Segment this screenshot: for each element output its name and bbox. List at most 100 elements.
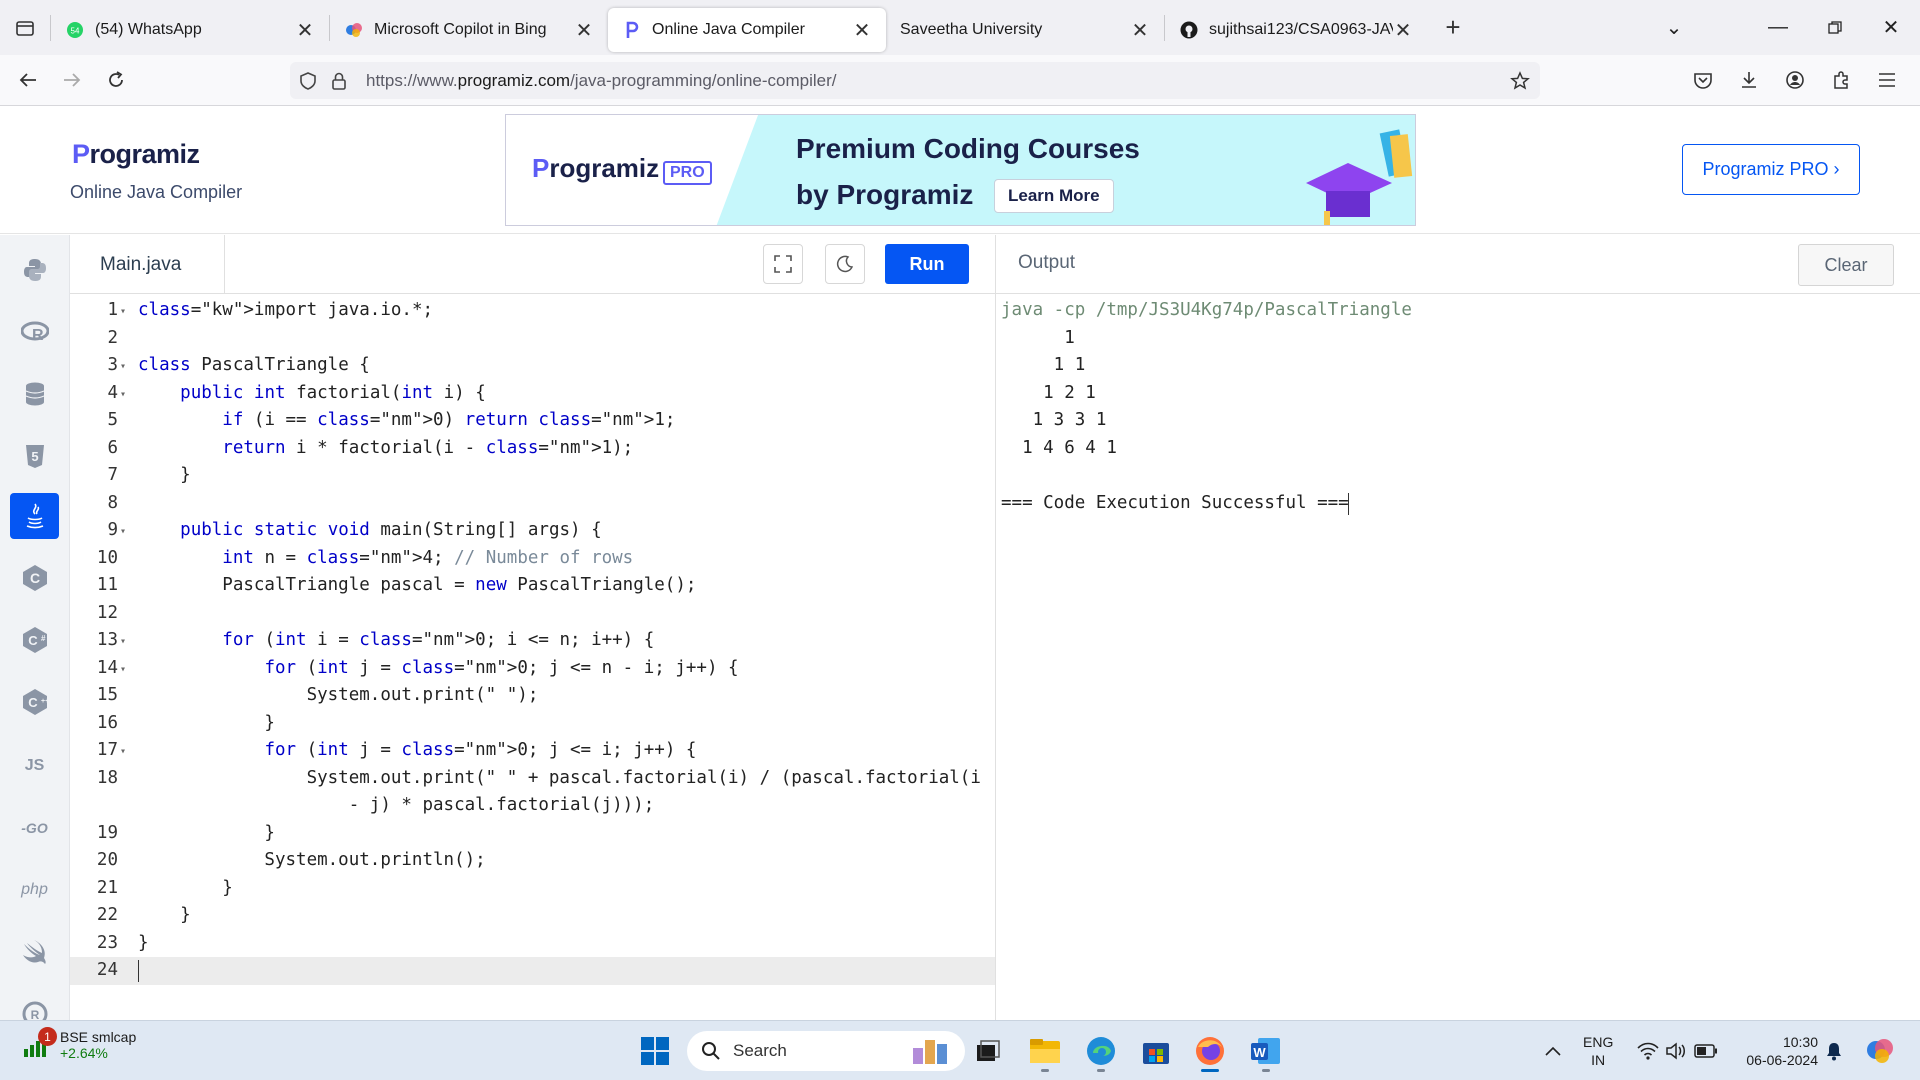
rust-icon[interactable]: R bbox=[10, 991, 59, 1020]
address-bar[interactable]: https://www.programiz.com/java-programmi… bbox=[290, 62, 1540, 99]
c-icon[interactable]: C bbox=[10, 555, 59, 601]
csharp-icon[interactable]: C # bbox=[10, 617, 59, 663]
close-window-button[interactable]: ✕ bbox=[1868, 0, 1914, 55]
reload-icon[interactable] bbox=[96, 60, 136, 100]
go-icon[interactable]: -GO bbox=[10, 805, 59, 851]
code-line[interactable]: 12 bbox=[70, 600, 995, 628]
code-line[interactable]: 23} bbox=[70, 930, 995, 958]
bookmark-star-icon[interactable] bbox=[1510, 70, 1530, 91]
code-line[interactable]: - j) * pascal.factorial(j))); bbox=[70, 792, 995, 820]
fullscreen-icon[interactable] bbox=[763, 244, 803, 284]
dark-mode-moon-icon[interactable] bbox=[825, 244, 865, 284]
code-line[interactable]: 24 bbox=[70, 957, 995, 985]
learn-more-button[interactable]: Learn More bbox=[994, 179, 1114, 213]
line-number: 8 bbox=[107, 492, 118, 513]
file-tab-main-java[interactable]: Main.java bbox=[70, 235, 225, 294]
r-icon[interactable]: R bbox=[10, 309, 59, 355]
list-all-tabs-icon[interactable]: ⌄ bbox=[1651, 0, 1697, 55]
restore-button[interactable] bbox=[1812, 0, 1858, 55]
code-line[interactable]: 1 ▾ class="kw">import java.io.*; bbox=[70, 297, 995, 325]
fold-toggle-icon[interactable]: ▾ bbox=[120, 361, 126, 372]
code-line[interactable]: 18 System.out.print(" " + pascal.factori… bbox=[70, 765, 995, 793]
close-tab-icon[interactable]: ✕ bbox=[1130, 18, 1150, 43]
python-icon[interactable] bbox=[10, 247, 59, 293]
fold-toggle-icon[interactable]: ▾ bbox=[120, 636, 126, 647]
programiz-pro-button[interactable]: Programiz PRO › bbox=[1682, 144, 1860, 195]
new-tab-button[interactable]: + bbox=[1433, 12, 1473, 43]
show-hidden-icons-chevron-up-icon[interactable] bbox=[1535, 1033, 1571, 1069]
notifications-bell-icon[interactable] bbox=[1816, 1033, 1852, 1069]
code-line[interactable]: 2 bbox=[70, 325, 995, 353]
close-tab-icon[interactable]: ✕ bbox=[1393, 18, 1413, 43]
tab-online-java-compiler[interactable]: Online Java Compiler ✕ bbox=[608, 8, 886, 52]
tab-whatsapp[interactable]: 54 (54) WhatsApp ✕ bbox=[51, 8, 329, 52]
output-console[interactable]: java -cp /tmp/JS3U4Kg74p/PascalTriangle … bbox=[995, 294, 1920, 1020]
lock-icon[interactable] bbox=[330, 71, 348, 91]
tab-list-icon[interactable] bbox=[0, 0, 50, 55]
fold-toggle-icon[interactable]: ▾ bbox=[120, 526, 126, 537]
microsoft-store-icon[interactable] bbox=[1138, 1033, 1174, 1069]
code-line[interactable]: 15 System.out.print(" "); bbox=[70, 682, 995, 710]
fold-toggle-icon[interactable]: ▾ bbox=[120, 306, 126, 317]
close-tab-icon[interactable]: ✕ bbox=[852, 18, 872, 43]
code-line[interactable]: 3 ▾ class PascalTriangle { bbox=[70, 352, 995, 380]
extensions-icon[interactable] bbox=[1822, 61, 1860, 99]
taskbar-search[interactable]: Search bbox=[687, 1031, 965, 1071]
code-line[interactable]: 21 } bbox=[70, 875, 995, 903]
javascript-icon[interactable]: JS bbox=[10, 743, 59, 789]
shield-icon[interactable] bbox=[298, 71, 318, 91]
tab-github[interactable]: sujithsai123/CSA0963-JAVA-19 ✕ bbox=[1165, 8, 1427, 52]
code-line[interactable]: 20 System.out.println(); bbox=[70, 847, 995, 875]
minimize-button[interactable]: — bbox=[1755, 0, 1801, 55]
java-icon[interactable] bbox=[10, 493, 59, 539]
code-editor[interactable]: 1 ▾ class="kw">import java.io.*; 2 3 ▾ class P… bbox=[70, 294, 995, 1020]
html5-icon[interactable]: 5 bbox=[10, 433, 59, 479]
tab-saveetha[interactable]: Saveetha University ✕ bbox=[886, 8, 1164, 52]
run-button[interactable]: Run bbox=[885, 244, 969, 284]
file-explorer-icon[interactable] bbox=[1027, 1033, 1063, 1069]
clear-button[interactable]: Clear bbox=[1798, 244, 1894, 286]
tab-copilot[interactable]: Microsoft Copilot in Bing ✕ bbox=[330, 8, 608, 52]
account-icon[interactable] bbox=[1776, 61, 1814, 99]
menu-icon[interactable] bbox=[1868, 61, 1906, 99]
fold-toggle-icon[interactable]: ▾ bbox=[120, 389, 126, 400]
code-line[interactable]: 14 ▾ for (int j = class="nm">0; j <= n - … bbox=[70, 655, 995, 683]
code-line[interactable]: 10 int n = class="nm">4; // Number of ro… bbox=[70, 545, 995, 573]
edge-icon[interactable] bbox=[1083, 1033, 1119, 1069]
database-icon[interactable] bbox=[10, 371, 59, 417]
close-tab-icon[interactable]: ✕ bbox=[574, 18, 594, 43]
code-line[interactable]: 8 bbox=[70, 490, 995, 518]
close-tab-icon[interactable]: ✕ bbox=[295, 18, 315, 43]
downloads-icon[interactable] bbox=[1730, 61, 1768, 99]
copilot-taskbar-icon[interactable] bbox=[1862, 1033, 1898, 1069]
swift-icon[interactable] bbox=[10, 929, 59, 975]
code-line[interactable]: 5 if (i == class="nm">0) return class="n… bbox=[70, 407, 995, 435]
code-line[interactable]: 19 } bbox=[70, 820, 995, 848]
php-icon[interactable]: php bbox=[10, 867, 59, 913]
url-text[interactable]: https://www.programiz.com/java-programmi… bbox=[366, 71, 837, 91]
fold-toggle-icon[interactable]: ▾ bbox=[120, 746, 126, 757]
windows-start-icon[interactable] bbox=[637, 1033, 673, 1069]
clock[interactable]: 10:30 06-06-2024 bbox=[1736, 1033, 1818, 1069]
code-line[interactable]: 4 ▾ public int factorial(int i) { bbox=[70, 380, 995, 408]
code-line[interactable]: 13 ▾ for (int i = class="nm">0; i <= n; i… bbox=[70, 627, 995, 655]
cpp-icon[interactable]: C++ bbox=[10, 679, 59, 725]
promo-banner[interactable]: Programiz PRO Premium Coding Courses by … bbox=[505, 114, 1416, 226]
battery-icon[interactable] bbox=[1688, 1033, 1724, 1069]
code-line[interactable]: 16 } bbox=[70, 710, 995, 738]
firefox-icon[interactable] bbox=[1192, 1033, 1228, 1069]
back-icon[interactable] bbox=[8, 60, 48, 100]
code-line[interactable]: 9 ▾ public static void main(String[] args… bbox=[70, 517, 995, 545]
code-line[interactable]: 6 return i * factorial(i - class="nm">1)… bbox=[70, 435, 995, 463]
word-icon[interactable]: W bbox=[1248, 1033, 1284, 1069]
code-line[interactable]: 11 PascalTriangle pascal = new PascalTri… bbox=[70, 572, 995, 600]
task-view-icon[interactable] bbox=[970, 1033, 1006, 1069]
language-indicator[interactable]: ENG IN bbox=[1583, 1033, 1613, 1069]
code-line[interactable]: 17 ▾ for (int j = class="nm">0; j <= i; j… bbox=[70, 737, 995, 765]
fold-toggle-icon[interactable]: ▾ bbox=[120, 664, 126, 675]
programiz-logo[interactable]: Programiz bbox=[72, 139, 200, 170]
forward-icon[interactable] bbox=[52, 60, 92, 100]
code-line[interactable]: 7 } bbox=[70, 462, 995, 490]
pocket-icon[interactable] bbox=[1684, 61, 1722, 99]
code-line[interactable]: 22 } bbox=[70, 902, 995, 930]
